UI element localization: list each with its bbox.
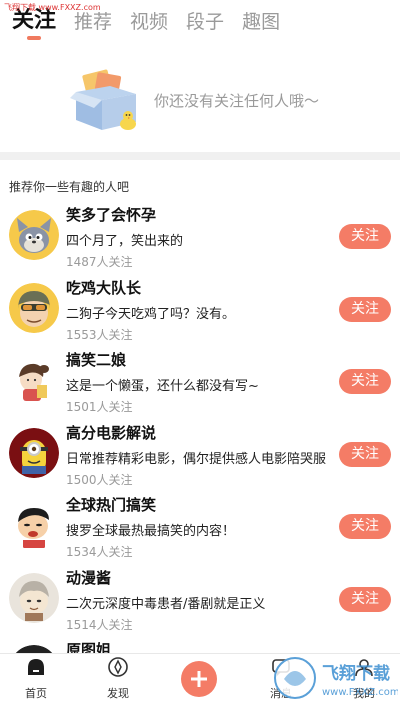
follower-count: 1500人关注	[66, 472, 133, 487]
nav-discover-label: 发现	[107, 687, 129, 700]
follower-count: 1534人关注	[66, 545, 133, 559]
follow-button[interactable]: 关注	[339, 514, 391, 539]
user-name[interactable]: 高分电影解说	[66, 422, 156, 443]
list-item[interactable]: 动漫酱 二次元深度中毒患者/番剧就是正义 1514人关注 关注	[0, 561, 400, 634]
minion-avatar-icon	[9, 427, 59, 478]
list-item[interactable]: 吃鸡大队长 二狗子今天吃鸡了吗？没有。 1553人关注 关注	[0, 271, 400, 344]
user-icon	[355, 659, 373, 677]
tab-fun-pics[interactable]: 趣图	[242, 7, 280, 44]
nav-discover[interactable]: 发现	[88, 656, 148, 701]
user-name[interactable]: 笑多了会怀孕	[66, 204, 156, 225]
list-item[interactable]: 搞笑二娘 这是一个懒蛋，还什么都没有写~ 1501人关注 关注	[0, 343, 400, 416]
list-item[interactable]: 笑多了会怀孕 四个月了，笑出来的 1487人关注 关注	[0, 198, 400, 271]
follow-button[interactable]: 关注	[339, 441, 391, 467]
empty-state: 你还没有关注任何人哦～	[0, 44, 400, 152]
user-desc: 四个月了，笑出来的	[66, 234, 184, 249]
nav-messages[interactable]: 消息	[251, 656, 311, 701]
user-name[interactable]: 全球热门搞笑	[66, 494, 156, 515]
home-icon	[28, 659, 44, 675]
follower-count: 1487人关注	[66, 255, 133, 269]
boy-avatar-icon	[9, 500, 59, 550]
nav-profile-label: 我的	[353, 687, 375, 700]
nav-home[interactable]: 首页	[6, 656, 66, 701]
tab-video[interactable]: 视频	[130, 7, 168, 44]
tab-jokes[interactable]: 段子	[186, 7, 224, 44]
recommend-list: 笑多了会怀孕 四个月了，笑出来的 1487人关注 关注 吃鸡大队长 二狗子今天吃…	[0, 198, 400, 705]
empty-box-icon	[70, 69, 136, 130]
compass-icon	[108, 657, 128, 677]
follower-count: 1501人关注	[66, 400, 133, 414]
follow-button[interactable]: 关注	[339, 369, 391, 394]
follow-button[interactable]: 关注	[339, 224, 391, 249]
nav-home-label: 首页	[25, 687, 47, 700]
user-desc: 这是一个懒蛋，还什么都没有写~	[66, 379, 259, 394]
nav-messages-label: 消息	[270, 687, 292, 700]
helmet-avatar-icon	[9, 282, 59, 333]
user-name[interactable]: 搞笑二娘	[66, 349, 126, 370]
watermark-top: 飞翔下载 www.FXXZ.com	[4, 3, 101, 12]
user-desc: 搜罗全球最热最搞笑的内容！	[66, 524, 236, 539]
list-item[interactable]: 高分电影解说 日常推荐精彩电影，偶尔提供感人电影陪哭服 1500人关注 关注	[0, 416, 400, 489]
list-item[interactable]: 全球热门搞笑 搜罗全球最热最搞笑的内容！ 1534人关注 关注	[0, 488, 400, 561]
divider	[0, 152, 400, 160]
follow-button[interactable]: 关注	[339, 586, 391, 612]
follow-button[interactable]: 关注	[339, 296, 391, 322]
cat-avatar-icon	[9, 210, 59, 260]
publish-button[interactable]	[181, 661, 217, 697]
user-name[interactable]: 动漫酱	[66, 567, 111, 588]
nav-profile[interactable]: 我的	[334, 656, 394, 701]
message-icon	[272, 659, 290, 676]
user-desc: 二次元深度中毒患者/番剧就是正义	[66, 596, 266, 612]
follower-count: 1553人关注	[66, 327, 133, 342]
follower-count: 1514人关注	[66, 617, 133, 632]
girl-avatar-icon	[9, 355, 59, 405]
user-name[interactable]: 吃鸡大队长	[66, 277, 141, 298]
section-title: 推荐你一些有趣的人吧	[9, 180, 130, 194]
bottom-nav: 首页 发现 消息 我的	[0, 653, 400, 705]
anime-avatar-icon	[9, 572, 59, 623]
empty-message: 你还没有关注任何人哦～	[154, 92, 320, 110]
user-desc: 日常推荐精彩电影，偶尔提供感人电影陪哭服	[66, 451, 327, 467]
user-desc: 二狗子今天吃鸡了吗？没有。	[66, 306, 236, 322]
